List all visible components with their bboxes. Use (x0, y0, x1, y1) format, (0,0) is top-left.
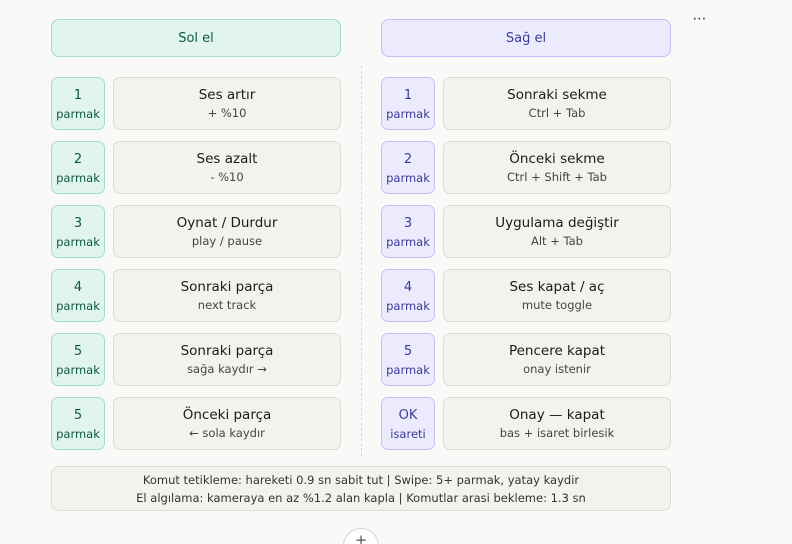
settings-footer: Komut tetikleme: hareketi 0.9 sn sabit t… (51, 466, 671, 511)
footer-line-trigger: Komut tetikleme: hareketi 0.9 sn sabit t… (142, 472, 580, 487)
plus-icon: + (354, 531, 368, 544)
right-command-card[interactable]: Onay — kapat bas + isaret birlesik (443, 397, 671, 450)
command-title: Sonraki parça (180, 278, 274, 295)
left-finger-badge[interactable]: 4 parmak (51, 269, 105, 322)
right-finger-badge[interactable]: 3 parmak (381, 205, 435, 258)
finger-unit: parmak (56, 363, 100, 377)
add-gesture-button[interactable]: + (343, 528, 379, 544)
right-command-card[interactable]: Sonraki sekme Ctrl + Tab (443, 77, 671, 130)
command-detail: Ctrl + Shift + Tab (507, 169, 607, 184)
footer-line-detection: El algılama: kameraya en az %1.2 alan ka… (136, 490, 586, 505)
finger-count: OK (398, 408, 418, 423)
command-detail: mute toggle (521, 297, 593, 312)
right-finger-badge[interactable]: 5 parmak (381, 333, 435, 386)
right-hand-header: Sağ el (381, 19, 671, 57)
finger-count: 4 (403, 280, 413, 295)
command-title: Önceki sekme (509, 150, 605, 167)
command-title: Onay — kapat (509, 406, 605, 423)
finger-count: 3 (73, 216, 83, 231)
command-title: Sonraki sekme (507, 86, 607, 103)
finger-count: 4 (73, 280, 83, 295)
column-divider (361, 66, 362, 456)
left-finger-badge[interactable]: 5 parmak (51, 397, 105, 450)
right-command-card[interactable]: Önceki sekme Ctrl + Shift + Tab (443, 141, 671, 194)
finger-unit: parmak (56, 107, 100, 121)
left-command-card[interactable]: Önceki parça ← sola kaydır (113, 397, 341, 450)
finger-count: 1 (403, 88, 413, 103)
command-detail: - %10 (210, 169, 244, 184)
finger-unit: parmak (386, 299, 430, 313)
left-command-card[interactable]: Ses azalt - %10 (113, 141, 341, 194)
finger-unit: parmak (56, 235, 100, 249)
left-command-card[interactable]: Ses artır + %10 (113, 77, 341, 130)
right-command-card[interactable]: Ses kapat / aç mute toggle (443, 269, 671, 322)
command-title: Ses artır (198, 86, 256, 103)
command-title: Önceki parça (182, 406, 272, 423)
left-command-card[interactable]: Sonraki parça next track (113, 269, 341, 322)
right-finger-badge[interactable]: OK isareti (381, 397, 435, 450)
command-title: Ses kapat / aç (509, 278, 605, 295)
right-finger-badge[interactable]: 1 parmak (381, 77, 435, 130)
finger-unit: isareti (390, 427, 426, 441)
finger-unit: parmak (56, 171, 100, 185)
finger-unit: parmak (386, 171, 430, 185)
more-options-icon[interactable]: ⋯ (690, 10, 708, 28)
command-detail: onay istenir (523, 361, 591, 376)
command-detail: play / pause (191, 233, 263, 248)
left-command-card[interactable]: Oynat / Durdur play / pause (113, 205, 341, 258)
right-finger-badge[interactable]: 4 parmak (381, 269, 435, 322)
left-finger-badge[interactable]: 2 parmak (51, 141, 105, 194)
finger-count: 5 (403, 344, 413, 359)
right-command-card[interactable]: Pencere kapat onay istenir (443, 333, 671, 386)
command-title: Sonraki parça (180, 342, 274, 359)
finger-count: 2 (73, 152, 83, 167)
finger-count: 5 (73, 344, 83, 359)
right-finger-badge[interactable]: 2 parmak (381, 141, 435, 194)
command-detail: ← sola kaydır (189, 425, 265, 440)
finger-count: 2 (403, 152, 413, 167)
finger-count: 5 (73, 408, 83, 423)
command-detail: Ctrl + Tab (528, 105, 586, 120)
left-command-card[interactable]: Sonraki parça sağa kaydır → (113, 333, 341, 386)
left-finger-badge[interactable]: 3 parmak (51, 205, 105, 258)
finger-count: 1 (73, 88, 83, 103)
command-detail: sağa kaydır → (187, 361, 267, 376)
finger-unit: parmak (386, 363, 430, 377)
command-title: Oynat / Durdur (176, 214, 278, 231)
finger-unit: parmak (386, 235, 430, 249)
right-command-card[interactable]: Uygulama değiştir Alt + Tab (443, 205, 671, 258)
command-detail: next track (197, 297, 257, 312)
finger-unit: parmak (386, 107, 430, 121)
finger-unit: parmak (56, 299, 100, 313)
left-finger-badge[interactable]: 5 parmak (51, 333, 105, 386)
command-title: Ses azalt (196, 150, 258, 167)
command-title: Uygulama değiştir (495, 214, 619, 231)
command-detail: + %10 (207, 105, 247, 120)
left-finger-badge[interactable]: 1 parmak (51, 77, 105, 130)
command-detail: bas + isaret birlesik (499, 425, 615, 440)
command-title: Pencere kapat (508, 342, 606, 359)
command-detail: Alt + Tab (531, 233, 583, 248)
finger-count: 3 (403, 216, 413, 231)
finger-unit: parmak (56, 427, 100, 441)
left-hand-header: Sol el (51, 19, 341, 57)
